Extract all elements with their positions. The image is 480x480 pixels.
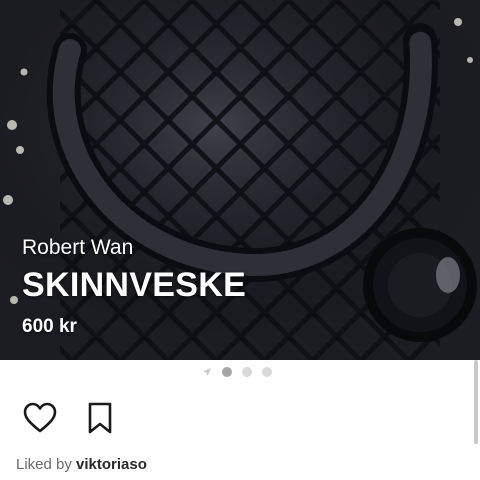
heart-icon[interactable]: [22, 400, 58, 436]
carousel-dot[interactable]: [242, 367, 252, 377]
liked-by-user[interactable]: viktoriaso: [76, 456, 147, 473]
liked-by-prefix: Liked by: [16, 456, 72, 473]
brand-label: Robert Wan: [22, 236, 134, 259]
carousel-dot-active[interactable]: [222, 367, 232, 377]
carousel-indicator: [0, 364, 474, 380]
price-label: 600 kr: [22, 316, 77, 337]
product-image[interactable]: Robert Wan SKINNVESKE 600 kr: [0, 0, 480, 360]
scrollbar[interactable]: [474, 360, 478, 444]
location-arrow-icon[interactable]: [202, 367, 212, 377]
bag-photo: [0, 0, 480, 360]
bookmark-icon[interactable]: [82, 400, 118, 436]
product-title: SKINNVESKE: [22, 266, 247, 304]
liked-by-text: Liked by viktoriaso: [16, 456, 147, 473]
action-bar: [22, 400, 118, 436]
carousel-dot[interactable]: [262, 367, 272, 377]
